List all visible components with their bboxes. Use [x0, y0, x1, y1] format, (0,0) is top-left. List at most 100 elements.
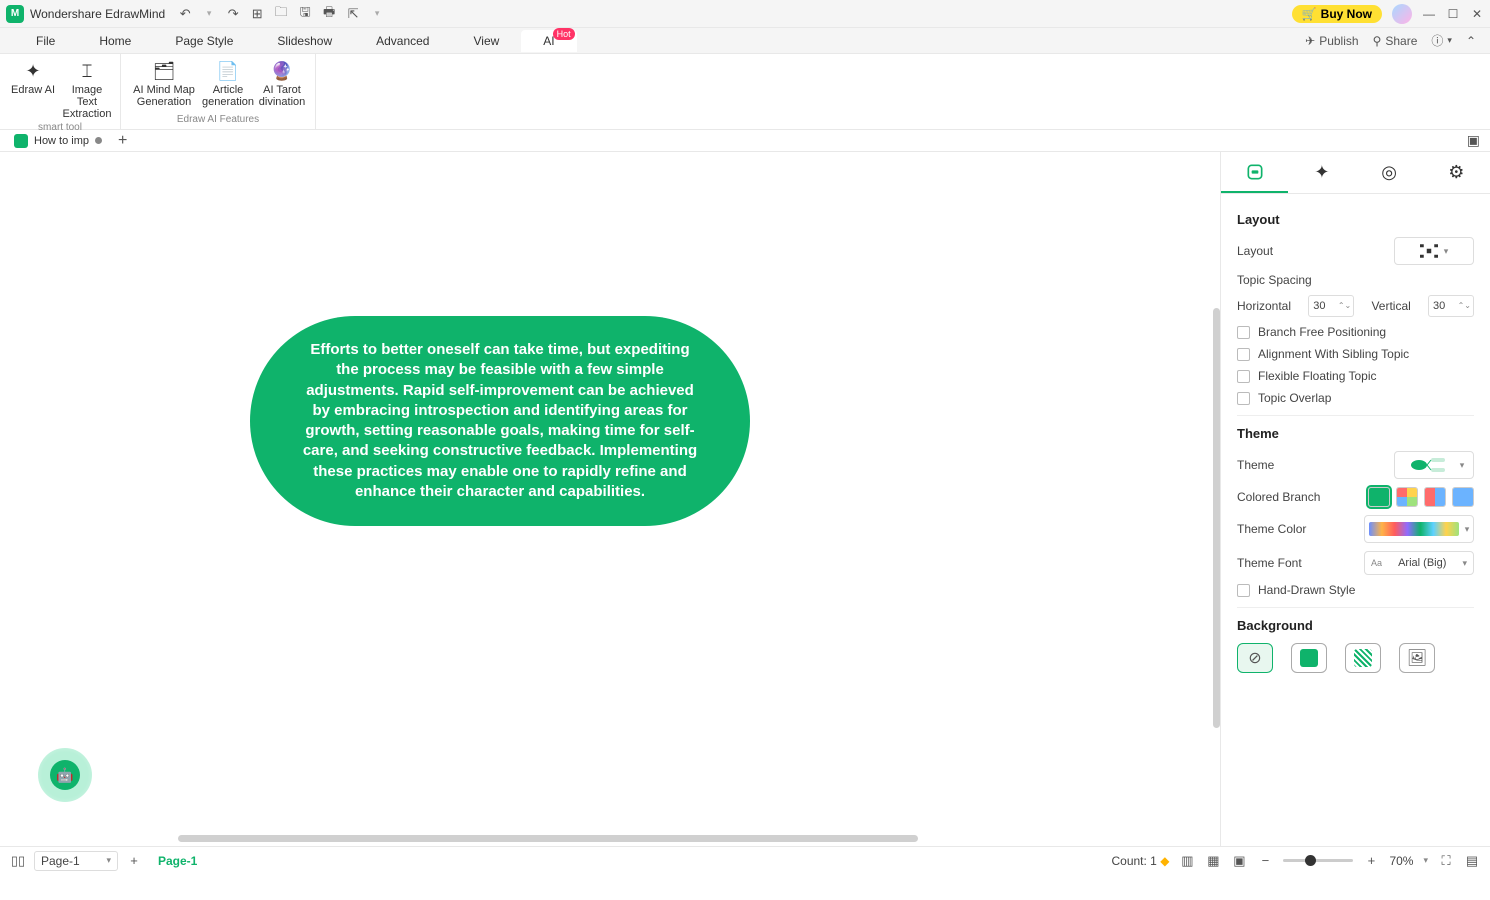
image-text-extraction-button[interactable]: ⌶ Image Text Extraction: [62, 58, 112, 122]
print-icon[interactable]: 🖶: [321, 6, 337, 22]
zoom-slider[interactable]: [1283, 859, 1353, 862]
ai-features-group-label: Edraw AI Features: [177, 114, 259, 127]
collapse-panel-icon[interactable]: ▤: [1464, 853, 1480, 869]
close-icon[interactable]: ✕: [1470, 7, 1484, 21]
tab-layout[interactable]: [1221, 152, 1288, 193]
collapse-ribbon-icon[interactable]: ⌃: [1466, 34, 1476, 48]
tab-style[interactable]: ✦: [1288, 152, 1355, 193]
bg-pattern-button[interactable]: [1345, 643, 1381, 673]
main: Efforts to better oneself can take time,…: [0, 152, 1490, 846]
bg-image-button[interactable]: 🖼: [1399, 643, 1435, 673]
horizontal-label: Horizontal: [1237, 299, 1291, 313]
fit-page-icon[interactable]: ▣: [1231, 853, 1247, 869]
publish-button[interactable]: ✈ Publish: [1305, 34, 1358, 48]
buy-now-label: Buy Now: [1321, 7, 1372, 21]
theme-font-select[interactable]: Aa Arial (Big) ▾: [1364, 551, 1474, 575]
ai-mind-map-label: AI Mind Map Generation: [131, 84, 197, 108]
background-section-title: Background: [1237, 618, 1474, 633]
bg-solid-button[interactable]: [1291, 643, 1327, 673]
open-icon[interactable]: 🗀: [273, 6, 289, 22]
vertical-label: Vertical: [1371, 299, 1410, 313]
fullscreen-icon[interactable]: ⛶: [1438, 853, 1454, 869]
vertical-scrollbar[interactable]: [1213, 308, 1220, 728]
menu-page-style[interactable]: Page Style: [153, 30, 255, 52]
branch-swatch-2[interactable]: [1396, 487, 1418, 507]
article-generation-button[interactable]: 📄 Article generation: [203, 58, 253, 110]
doc-tab[interactable]: How to imp: [6, 132, 110, 150]
theme-font-value: Arial (Big): [1398, 557, 1446, 569]
cart-icon: 🛒: [1302, 7, 1317, 21]
menu-slideshow[interactable]: Slideshow: [255, 30, 354, 52]
flex-floating-label: Flexible Floating Topic: [1258, 369, 1377, 383]
layout-select[interactable]: ▾: [1394, 237, 1474, 265]
add-page-button[interactable]: +: [126, 853, 142, 869]
topic-overlap-checkbox[interactable]: Topic Overlap: [1237, 391, 1474, 405]
horizontal-scrollbar[interactable]: [178, 835, 918, 842]
share-button[interactable]: ⚲ Share: [1373, 34, 1418, 48]
menu-ai[interactable]: AI Hot: [521, 30, 576, 52]
theme-select[interactable]: ▾: [1394, 451, 1474, 479]
undo-dropdown-icon[interactable]: ▾: [201, 6, 217, 22]
doc-tab-name: How to imp: [34, 135, 89, 147]
flex-floating-checkbox[interactable]: Flexible Floating Topic: [1237, 369, 1474, 383]
panel-toggle-icon[interactable]: ▣: [1467, 132, 1484, 149]
hand-drawn-checkbox[interactable]: Hand-Drawn Style: [1237, 583, 1474, 597]
align-sibling-checkbox[interactable]: Alignment With Sibling Topic: [1237, 347, 1474, 361]
chevron-down-icon: ▾: [1444, 246, 1449, 257]
branch-swatch-1[interactable]: [1368, 487, 1390, 507]
tab-tag[interactable]: ◎: [1356, 152, 1423, 193]
redo-icon[interactable]: ↷: [225, 6, 241, 22]
edraw-ai-button[interactable]: ✦ Edraw AI: [8, 58, 58, 122]
tab-settings[interactable]: ⚙: [1423, 152, 1490, 193]
theme-color-select[interactable]: ▾: [1364, 515, 1474, 543]
add-tab-button[interactable]: +: [118, 132, 127, 150]
maximize-icon[interactable]: ☐: [1446, 7, 1460, 21]
bg-none-button[interactable]: ⊘: [1237, 643, 1273, 673]
zoom-out-button[interactable]: −: [1257, 853, 1273, 869]
zoom-in-button[interactable]: +: [1363, 853, 1379, 869]
vertical-value: 30: [1433, 300, 1445, 312]
layout-label: Layout: [1237, 244, 1273, 258]
menu-advanced[interactable]: Advanced: [354, 30, 451, 52]
vertical-stepper[interactable]: 30: [1428, 295, 1474, 317]
export-dropdown-icon[interactable]: ▾: [369, 6, 385, 22]
doc-tab-icon: [14, 134, 28, 148]
minimize-icon[interactable]: —: [1422, 7, 1436, 21]
branch-swatch-3[interactable]: [1424, 487, 1446, 507]
horizontal-stepper[interactable]: 30: [1308, 295, 1354, 317]
sparkle-ai-icon: ✦: [25, 60, 40, 82]
page-select[interactable]: Page-1 ▾: [34, 851, 118, 871]
outline-toggle-icon[interactable]: ▯▯: [10, 853, 26, 869]
undo-icon[interactable]: ↶: [177, 6, 193, 22]
ai-assistant-fab[interactable]: 🤖: [38, 748, 92, 802]
chevron-down-icon: ▾: [1460, 460, 1465, 471]
ribbon: ✦ Edraw AI ⌶ Image Text Extraction smart…: [0, 54, 1490, 130]
app-title: Wondershare EdrawMind: [30, 7, 165, 21]
menu-file[interactable]: File: [14, 30, 77, 52]
titlebar: M Wondershare EdrawMind ↶ ▾ ↷ ⊞ 🗀 🖫 🖶 ⇱ …: [0, 0, 1490, 28]
buy-now-button[interactable]: 🛒 Buy Now: [1292, 5, 1382, 23]
avatar[interactable]: [1392, 4, 1412, 24]
export-icon[interactable]: ⇱: [345, 6, 361, 22]
ai-mind-map-button[interactable]: 🗂 AI Mind Map Generation: [129, 58, 199, 110]
view-mode-1-icon[interactable]: ▥: [1179, 853, 1195, 869]
menu-home[interactable]: Home: [77, 30, 153, 52]
branch-swatch-4[interactable]: [1452, 487, 1474, 507]
save-icon[interactable]: 🖫: [297, 6, 313, 22]
theme-label: Theme: [1237, 458, 1274, 472]
zoom-value[interactable]: 70%: [1389, 854, 1413, 868]
menu-view[interactable]: View: [451, 30, 521, 52]
central-topic[interactable]: Efforts to better oneself can take time,…: [250, 316, 750, 526]
canvas[interactable]: Efforts to better oneself can take time,…: [0, 152, 1220, 846]
branch-free-checkbox[interactable]: Branch Free Positioning: [1237, 325, 1474, 339]
new-icon[interactable]: ⊞: [249, 6, 265, 22]
page-tab[interactable]: Page-1: [158, 854, 197, 868]
quick-tools: ↶ ▾ ↷ ⊞ 🗀 🖫 🖶 ⇱ ▾: [177, 6, 385, 22]
ai-tarot-button[interactable]: 🔮 AI Tarot divination: [257, 58, 307, 110]
view-mode-2-icon[interactable]: ▦: [1205, 853, 1221, 869]
theme-section-title: Theme: [1237, 426, 1474, 441]
diamond-icon: ◆: [1160, 854, 1169, 868]
panel-tabs: ✦ ◎ ⚙: [1221, 152, 1490, 194]
help-button[interactable]: ⓘ▾: [1431, 32, 1452, 49]
zoom-dropdown-icon[interactable]: ▾: [1423, 855, 1428, 866]
